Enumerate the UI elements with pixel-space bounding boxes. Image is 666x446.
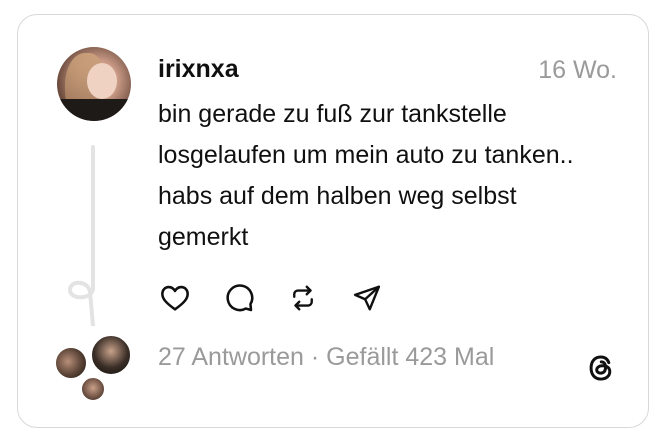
share-icon	[353, 285, 381, 311]
comment-icon	[226, 284, 254, 312]
repost-icon	[293, 285, 313, 311]
repost-button[interactable]	[286, 281, 320, 315]
heart-icon	[161, 285, 189, 311]
reply-avatar	[90, 334, 132, 376]
like-button[interactable]	[158, 281, 192, 315]
thread-curl-icon	[67, 270, 95, 326]
threads-logo-icon[interactable]	[584, 351, 618, 385]
post-stats[interactable]: 27 Antworten · Gefällt 423 Mal	[158, 343, 494, 372]
post-timestamp: 16 Wo.	[538, 56, 617, 84]
comment-button[interactable]	[222, 281, 256, 315]
author-avatar[interactable]	[57, 47, 131, 121]
share-button[interactable]	[350, 281, 384, 315]
reply-avatar	[80, 376, 106, 402]
thread-line	[91, 145, 95, 275]
author-username[interactable]: irixnxa	[158, 55, 239, 84]
avatar-body	[57, 99, 131, 121]
avatar-face	[87, 63, 117, 99]
reply-avatar	[54, 346, 88, 380]
reply-avatars[interactable]	[54, 334, 134, 406]
post-actions	[158, 281, 384, 315]
post-text: bin gerade zu fuß zur tankstelle losgela…	[158, 100, 574, 251]
